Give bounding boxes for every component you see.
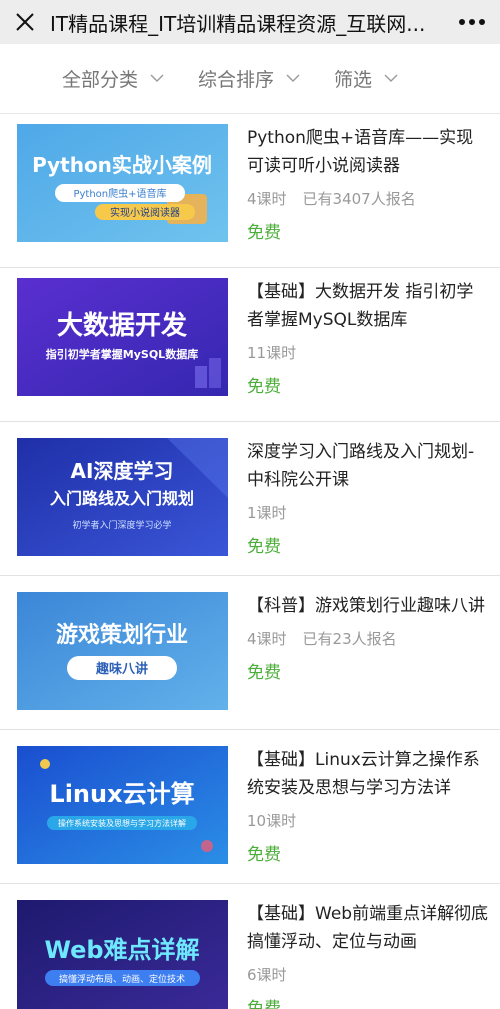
price-label: 免费 bbox=[247, 377, 281, 397]
course-meta: 6课时 bbox=[247, 964, 490, 986]
more-button[interactable] bbox=[444, 0, 500, 44]
course-thumbnail[interactable]: Web难点详解 搞懂浮动布局、动画、定位技术 bbox=[17, 900, 228, 1009]
thumb-title: AI深度学习 bbox=[71, 459, 174, 483]
course-title[interactable]: 【基础】Web前端重点详解彻底搞懂浮动、定位与动画 bbox=[247, 900, 490, 956]
lesson-count: 10课时 bbox=[247, 812, 297, 830]
chevron-down-icon bbox=[384, 74, 398, 82]
course-info: 【基础】大数据开发 指引初学者掌握MySQL数据库 11课时 免费 bbox=[247, 278, 490, 397]
close-button[interactable] bbox=[0, 0, 50, 44]
price-label: 免费 bbox=[247, 223, 281, 243]
course-info: 【科普】游戏策划行业趣味八讲 4课时 已有23人报名 免费 bbox=[247, 592, 490, 683]
course-item[interactable]: Web难点详解 搞懂浮动布局、动画、定位技术 【基础】Web前端重点详解彻底搞懂… bbox=[0, 884, 500, 1009]
thumb-title: 大数据开发 bbox=[57, 310, 187, 341]
course-title[interactable]: Python爬虫+语音库——实现可读可听小说阅读器 bbox=[247, 124, 490, 180]
course-title[interactable]: 【基础】大数据开发 指引初学者掌握MySQL数据库 bbox=[247, 278, 490, 334]
thumb-subtitle-2: 实现小说阅读器 bbox=[110, 206, 180, 219]
course-thumbnail[interactable]: 大数据开发 指引初学者掌握MySQL数据库 bbox=[17, 278, 228, 396]
lesson-count: 11课时 bbox=[247, 344, 297, 362]
course-item[interactable]: AI深度学习 入门路线及入门规划 初学者入门深度学习必学 深度学习入门路线及入门… bbox=[0, 422, 500, 576]
thumb-subtitle: 指引初学者掌握MySQL数据库 bbox=[46, 347, 198, 361]
enroll-count: 已有3407人报名 bbox=[302, 190, 416, 208]
course-list: Python实战小案例 Python爬虫+语音库 实现小说阅读器 Python爬… bbox=[0, 114, 500, 1009]
course-info: 【基础】Linux云计算之操作系统安装及思想与学习方法详 10课时 免费 bbox=[247, 746, 490, 865]
course-meta: 10课时 bbox=[247, 810, 490, 832]
thumb-subtitle: 趣味八讲 bbox=[95, 661, 148, 677]
lesson-count: 1课时 bbox=[247, 504, 287, 522]
course-thumbnail[interactable]: Linux云计算 操作系统安装及思想与学习方法详解 bbox=[17, 746, 228, 864]
course-item[interactable]: Python实战小案例 Python爬虫+语音库 实现小说阅读器 Python爬… bbox=[0, 114, 500, 268]
course-title[interactable]: 【科普】游戏策划行业趣味八讲 bbox=[247, 592, 490, 620]
lesson-count: 6课时 bbox=[247, 966, 287, 984]
course-meta: 1课时 bbox=[247, 502, 490, 524]
filter-label: 综合排序 bbox=[198, 69, 275, 91]
filter-category[interactable]: 全部分类 bbox=[62, 65, 164, 92]
thumb-subtitle-2: 初学者入门深度学习必学 bbox=[72, 519, 171, 531]
filter-sort[interactable]: 综合排序 bbox=[198, 65, 300, 92]
price-label: 免费 bbox=[247, 537, 281, 557]
thumb-title: Linux云计算 bbox=[49, 780, 194, 808]
thumb-subtitle: 搞懂浮动布局、动画、定位技术 bbox=[59, 973, 185, 985]
more-icon bbox=[459, 19, 485, 25]
lesson-count: 4课时 bbox=[247, 190, 287, 208]
price-label: 免费 bbox=[247, 845, 281, 865]
course-thumbnail[interactable]: Python实战小案例 Python爬虫+语音库 实现小说阅读器 bbox=[17, 124, 228, 242]
course-item[interactable]: 游戏策划行业 趣味八讲 【科普】游戏策划行业趣味八讲 4课时 已有23人报名 免费 bbox=[0, 576, 500, 730]
filter-label: 全部分类 bbox=[62, 69, 139, 91]
lesson-count: 4课时 bbox=[247, 630, 287, 648]
thumb-subtitle: 操作系统安装及思想与学习方法详解 bbox=[58, 818, 186, 828]
price-label: 免费 bbox=[247, 999, 281, 1009]
close-icon bbox=[16, 13, 34, 31]
thumb-title: Python实战小案例 bbox=[32, 153, 212, 177]
course-info: 深度学习入门路线及入门规划-中科院公开课 1课时 免费 bbox=[247, 438, 490, 557]
price-label: 免费 bbox=[247, 663, 281, 683]
course-meta: 11课时 bbox=[247, 342, 490, 364]
page-title: IT精品课程_IT培训精品课程资源_互联网... bbox=[50, 11, 426, 36]
thumb-subtitle: Python爬虫+语音库 bbox=[73, 187, 166, 200]
course-meta: 4课时 已有23人报名 bbox=[247, 628, 490, 650]
enroll-count: 已有23人报名 bbox=[302, 630, 397, 648]
course-item[interactable]: 大数据开发 指引初学者掌握MySQL数据库 【基础】大数据开发 指引初学者掌握M… bbox=[0, 268, 500, 422]
course-item[interactable]: Linux云计算 操作系统安装及思想与学习方法详解 【基础】Linux云计算之操… bbox=[0, 730, 500, 884]
title-bar: IT精品课程_IT培训精品课程资源_互联网... bbox=[0, 0, 500, 44]
thumb-subtitle: 入门路线及入门规划 bbox=[50, 489, 194, 508]
filter-bar: 全部分类 综合排序 筛选 bbox=[0, 44, 500, 114]
course-meta: 4课时 已有3407人报名 bbox=[247, 188, 490, 210]
chevron-down-icon bbox=[286, 74, 300, 82]
filter-label: 筛选 bbox=[334, 69, 373, 91]
course-title[interactable]: 【基础】Linux云计算之操作系统安装及思想与学习方法详 bbox=[247, 746, 490, 802]
course-thumbnail[interactable]: AI深度学习 入门路线及入门规划 初学者入门深度学习必学 bbox=[17, 438, 228, 556]
filter-screen[interactable]: 筛选 bbox=[334, 65, 398, 92]
thumb-title: Web难点详解 bbox=[44, 936, 199, 964]
course-thumbnail[interactable]: 游戏策划行业 趣味八讲 bbox=[17, 592, 228, 710]
course-info: 【基础】Web前端重点详解彻底搞懂浮动、定位与动画 6课时 免费 bbox=[247, 900, 490, 1009]
chevron-down-icon bbox=[150, 74, 164, 82]
course-info: Python爬虫+语音库——实现可读可听小说阅读器 4课时 已有3407人报名 免… bbox=[247, 124, 490, 243]
course-title[interactable]: 深度学习入门路线及入门规划-中科院公开课 bbox=[247, 438, 490, 494]
thumb-title: 游戏策划行业 bbox=[56, 622, 188, 648]
